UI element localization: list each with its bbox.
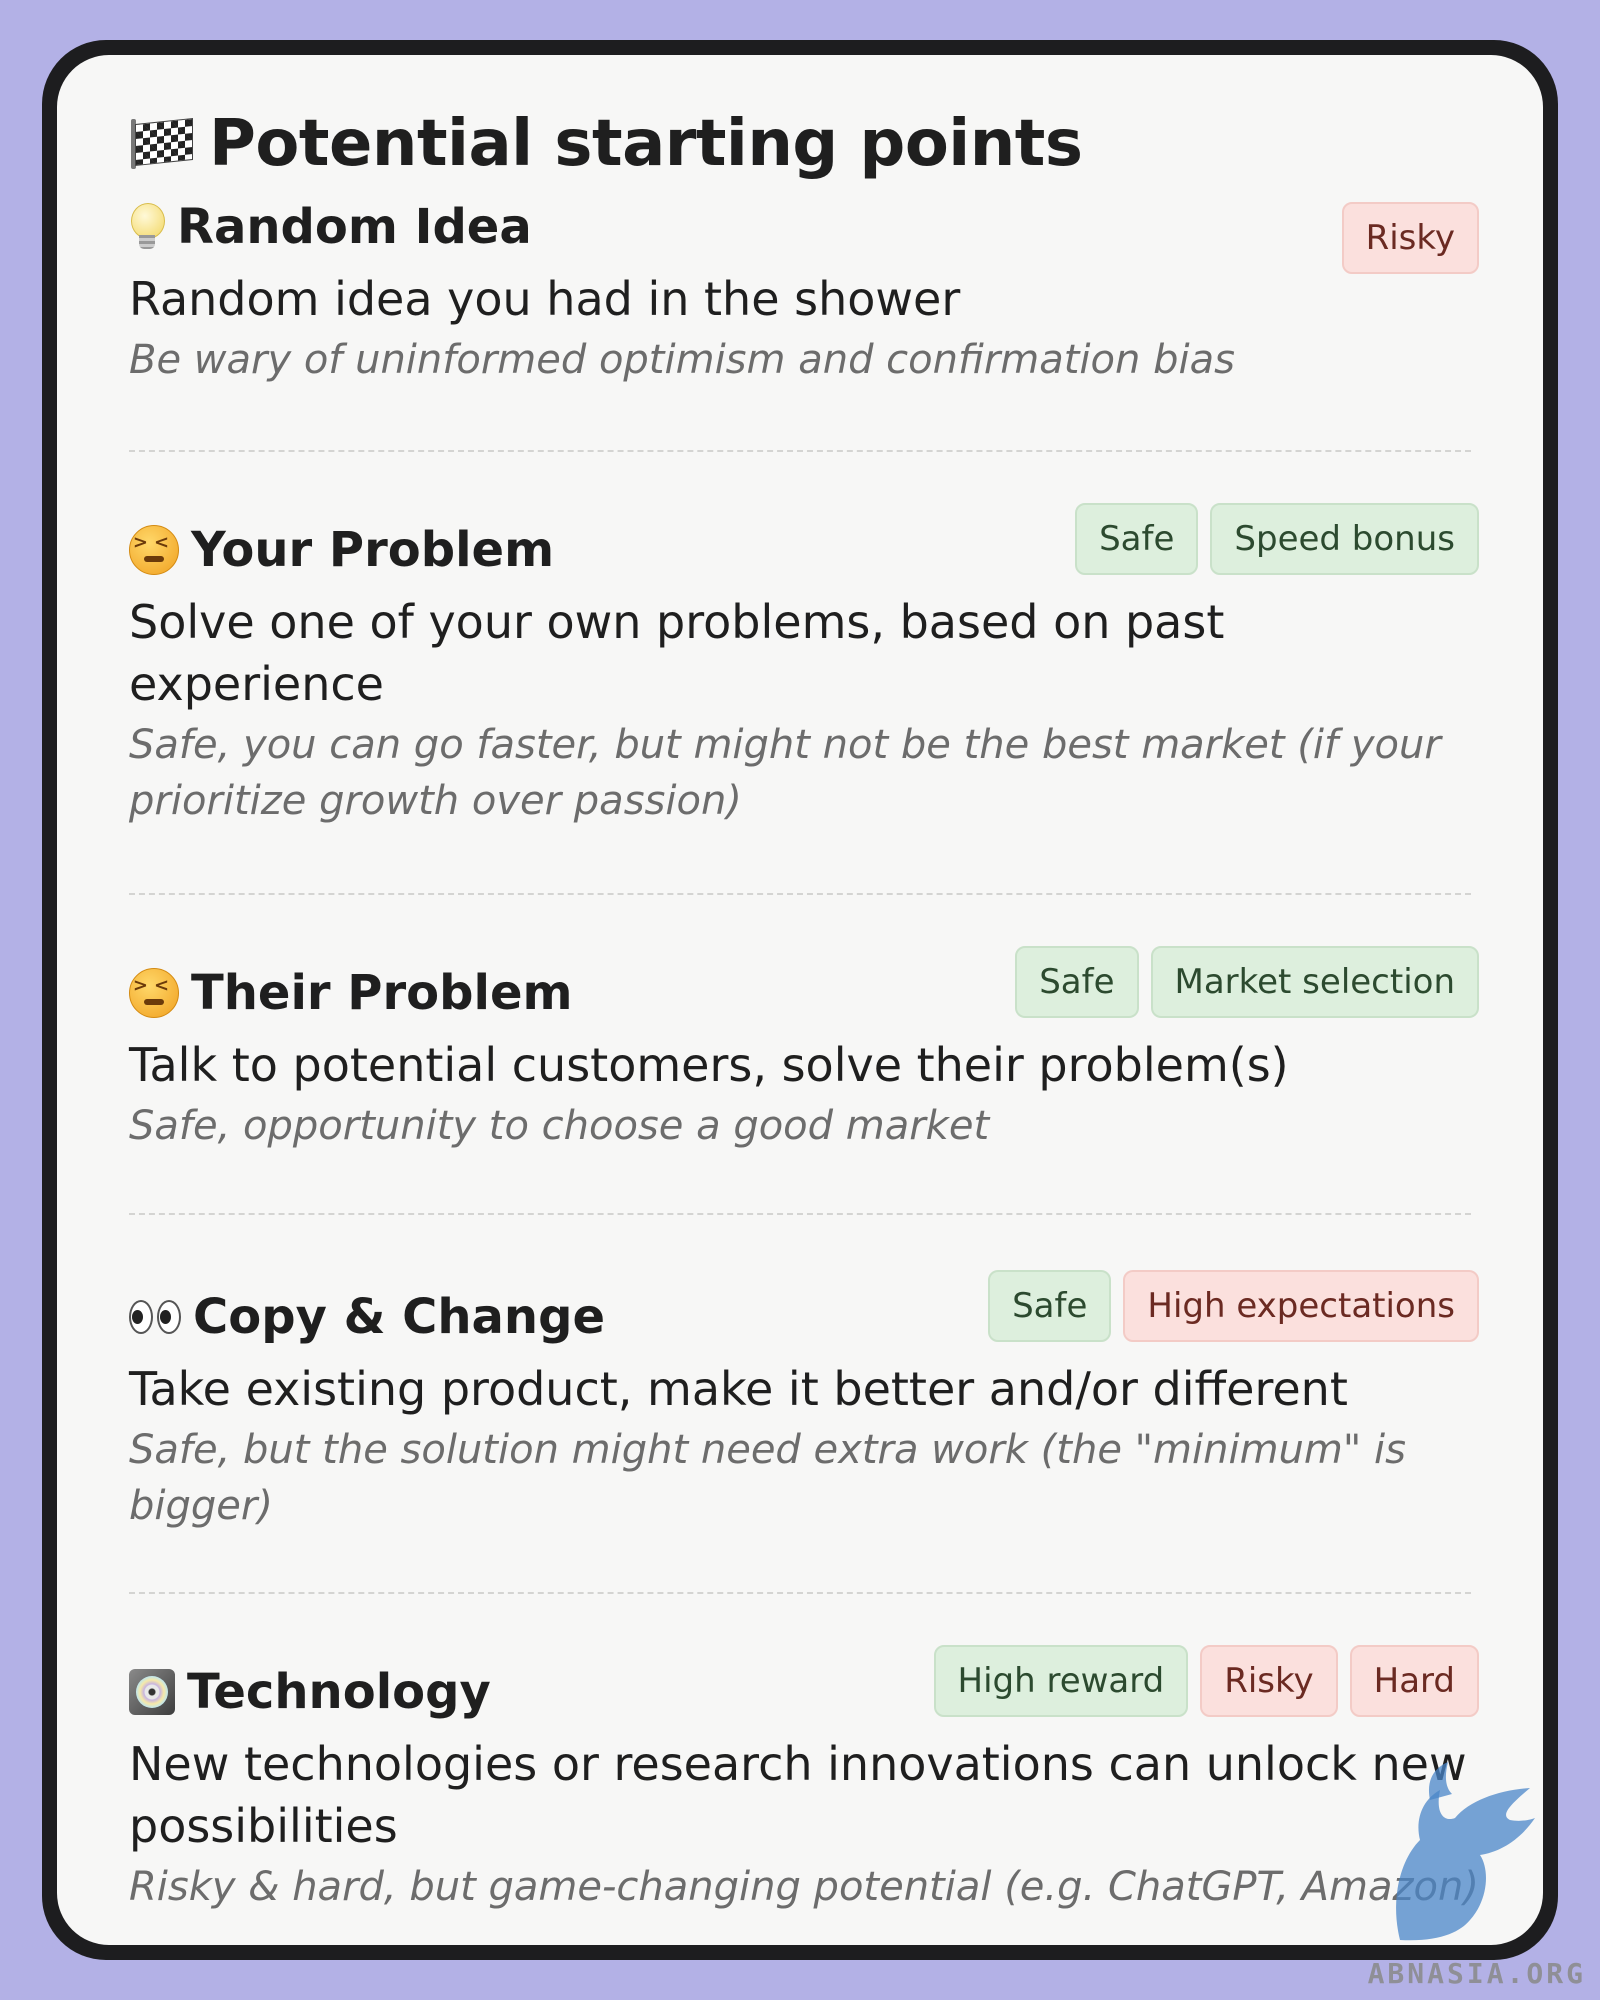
section-description: New technologies or research innovations… <box>129 1737 1467 1853</box>
section-note: Safe, you can go faster, but might not b… <box>129 722 1441 824</box>
page-title: Potential starting points <box>209 107 1083 181</box>
tag-group: Safe Market selection <box>1015 946 1479 1018</box>
tag-safe: Safe <box>1015 946 1139 1018</box>
section-technology: Technology High reward Risky Hard New te… <box>129 1645 1479 1915</box>
page-title-row: Potential starting points <box>129 107 1083 181</box>
tag-risky: Risky <box>1200 1645 1338 1717</box>
tag-group: Safe High expectations <box>988 1270 1479 1342</box>
griffin-logo-icon <box>1396 1762 1535 1941</box>
section-note: Safe, but the solution might need extra … <box>129 1427 1406 1529</box>
section-header: Random Idea <box>129 192 1479 262</box>
section-title: Their Problem <box>191 965 573 1021</box>
tag-high-reward: High reward <box>933 1645 1189 1717</box>
tag-safe: Safe <box>1075 503 1199 575</box>
divider <box>129 1592 1471 1594</box>
tag-high-expectations: High expectations <box>1123 1270 1479 1342</box>
persevering-face-icon <box>129 525 179 575</box>
section-description: Take existing product, make it better an… <box>129 1362 1348 1416</box>
divider <box>129 450 1471 452</box>
persevering-face-icon <box>129 968 179 1018</box>
tag-speed-bonus: Speed bonus <box>1210 503 1479 575</box>
section-note: Risky & hard, but game-changing potentia… <box>129 1864 1479 1910</box>
lightbulb-icon <box>129 201 165 253</box>
divider <box>129 893 1471 895</box>
section-your-problem: Your Problem Safe Speed bonus Solve one … <box>129 503 1479 829</box>
tag-market-selection: Market selection <box>1150 946 1479 1018</box>
content-card: Potential starting points Random Idea Ri… <box>57 55 1543 1945</box>
tag-group: Risky <box>1341 202 1479 274</box>
divider <box>129 1213 1471 1215</box>
section-copy-change: Copy & Change Safe High expectations Tak… <box>129 1270 1479 1534</box>
section-description: Solve one of your own problems, based on… <box>129 595 1225 711</box>
section-description: Talk to potential customers, solve their… <box>129 1038 1289 1092</box>
section-title: Your Problem <box>191 522 555 578</box>
section-note: Be wary of uninformed optimism and confi… <box>129 337 1235 383</box>
section-random-idea: Random Idea Risky Random idea you had in… <box>129 192 1479 388</box>
computer-disk-icon <box>129 1669 175 1715</box>
tag-safe: Safe <box>988 1270 1112 1342</box>
section-title: Technology <box>187 1664 491 1720</box>
watermark: ABNASIA.ORG <box>1367 1957 1586 1990</box>
section-description: Random idea you had in the shower <box>129 272 961 326</box>
tag-group: High reward Risky Hard <box>933 1645 1479 1717</box>
eyes-icon <box>129 1300 181 1334</box>
section-title: Random Idea <box>177 199 532 255</box>
tag-group: Safe Speed bonus <box>1075 503 1479 575</box>
tag-hard: Hard <box>1349 1645 1479 1717</box>
chequered-flag-icon <box>129 117 193 169</box>
tag-risky: Risky <box>1341 202 1479 274</box>
section-their-problem: Their Problem Safe Market selection Talk… <box>129 946 1479 1154</box>
section-note: Safe, opportunity to choose a good marke… <box>129 1103 990 1149</box>
section-title: Copy & Change <box>193 1289 606 1345</box>
